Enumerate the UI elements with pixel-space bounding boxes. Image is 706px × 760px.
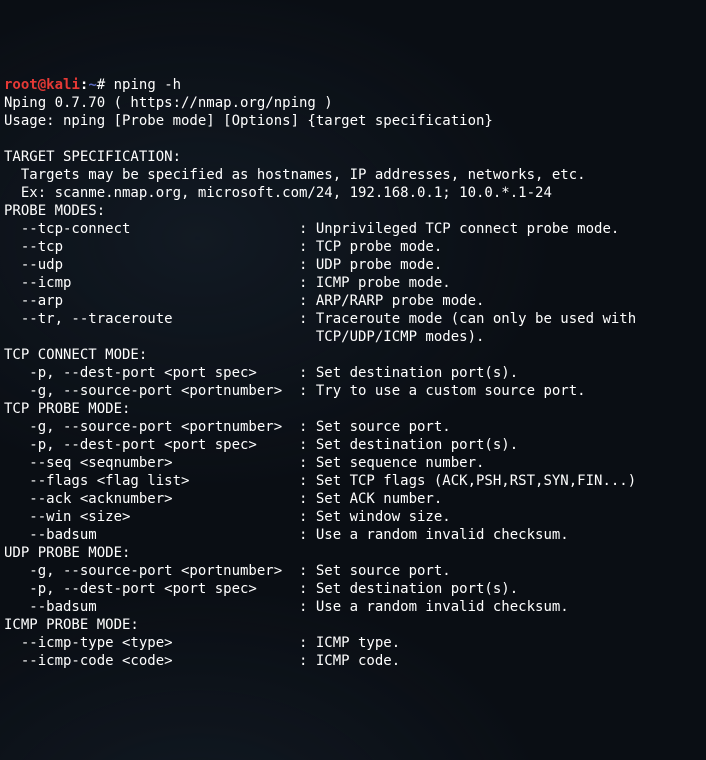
prompt: root@kali:~# <box>4 77 105 93</box>
output-line: --icmp : ICMP probe mode. <box>4 275 451 291</box>
prompt-hash: # <box>97 77 105 93</box>
output-line: --flags <flag list> : Set TCP flags (ACK… <box>4 473 636 489</box>
output-line: ICMP PROBE MODE: <box>4 617 139 633</box>
output-line: Usage: nping [Probe mode] [Options] {tar… <box>4 113 493 129</box>
terminal[interactable]: root@kali:~# nping -h Nping 0.7.70 ( htt… <box>4 76 702 670</box>
output-line: TARGET SPECIFICATION: <box>4 149 181 165</box>
output-line: UDP PROBE MODE: <box>4 545 130 561</box>
output-line: --icmp-code <code> : ICMP code. <box>4 653 400 669</box>
output-line: -p, --dest-port <port spec> : Set destin… <box>4 437 518 453</box>
output-line: --seq <seqnumber> : Set sequence number. <box>4 455 484 471</box>
output-line: PROBE MODES: <box>4 203 105 219</box>
output-line: TCP PROBE MODE: <box>4 401 130 417</box>
output-line: --arp : ARP/RARP probe mode. <box>4 293 484 309</box>
output-line: -g, --source-port <portnumber> : Try to … <box>4 383 586 399</box>
output-line: -g, --source-port <portnumber> : Set sou… <box>4 563 451 579</box>
output-line: --tcp : TCP probe mode. <box>4 239 442 255</box>
output-line: -p, --dest-port <port spec> : Set destin… <box>4 581 518 597</box>
prompt-host: kali <box>46 77 80 93</box>
output-line: --ack <acknumber> : Set ACK number. <box>4 491 442 507</box>
output-line: TCP/UDP/ICMP modes). <box>4 329 484 345</box>
output-line: --icmp-type <type> : ICMP type. <box>4 635 400 651</box>
output-line: Ex: scanme.nmap.org, microsoft.com/24, 1… <box>4 185 552 201</box>
output-line: --win <size> : Set window size. <box>4 509 451 525</box>
output-line: Targets may be specified as hostnames, I… <box>4 167 586 183</box>
prompt-user: root <box>4 77 38 93</box>
output-line: --tcp-connect : Unprivileged TCP connect… <box>4 221 619 237</box>
command-input[interactable]: nping -h <box>105 77 181 93</box>
prompt-path: ~ <box>88 77 96 93</box>
output-line: --udp : UDP probe mode. <box>4 257 442 273</box>
output-line: --badsum : Use a random invalid checksum… <box>4 527 569 543</box>
output-line: Nping 0.7.70 ( https://nmap.org/nping ) <box>4 95 333 111</box>
output-line: -p, --dest-port <port spec> : Set destin… <box>4 365 518 381</box>
output-line: --tr, --traceroute : Traceroute mode (ca… <box>4 311 645 327</box>
output-line: -g, --source-port <portnumber> : Set sou… <box>4 419 451 435</box>
output-line: --badsum : Use a random invalid checksum… <box>4 599 569 615</box>
prompt-at: @ <box>38 77 46 93</box>
output-line: TCP CONNECT MODE: <box>4 347 147 363</box>
